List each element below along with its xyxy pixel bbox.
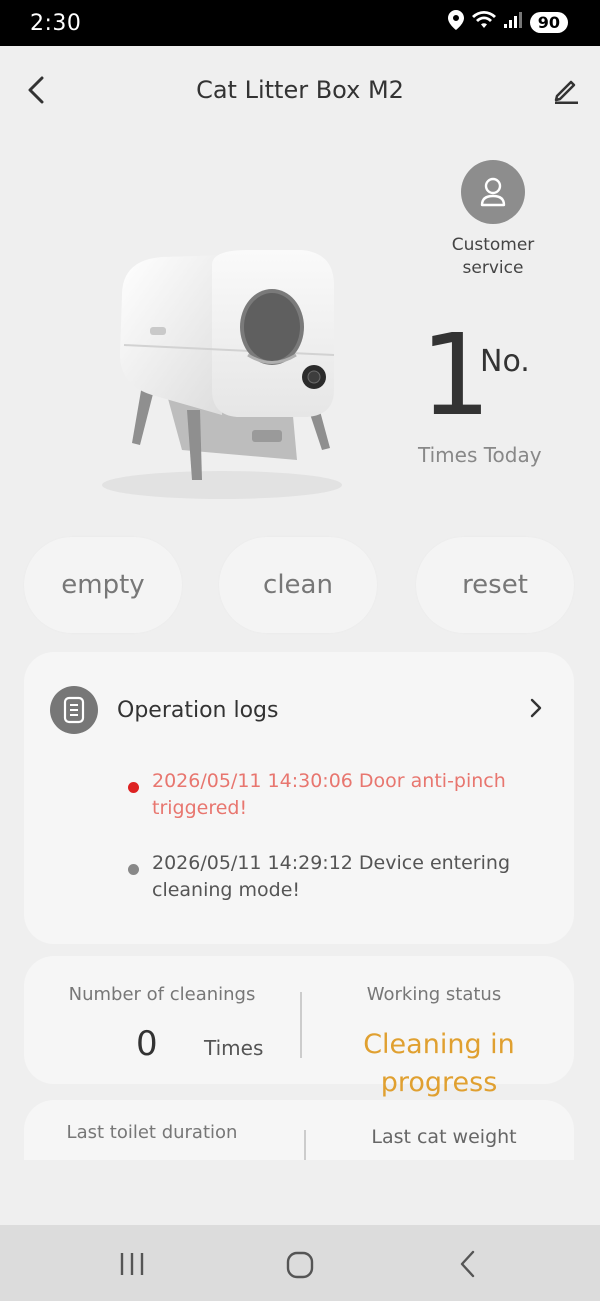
litter-box-image — [72, 245, 372, 505]
cleanings-value: 0 — [136, 1024, 158, 1064]
stats-divider — [304, 1130, 306, 1160]
status-time: 2:30 — [30, 11, 82, 36]
header: Cat Litter Box M2 — [0, 46, 600, 136]
times-today-label: Times Today — [418, 443, 542, 467]
chevron-right-icon[interactable] — [524, 694, 548, 722]
customer-service-label: Customer service — [451, 235, 535, 278]
reset-button[interactable]: reset — [416, 537, 574, 633]
system-back-icon[interactable] — [458, 1250, 478, 1282]
page-title: Cat Litter Box M2 — [196, 76, 404, 104]
wifi-icon — [471, 11, 496, 33]
system-nav-bar — [0, 1225, 600, 1301]
log-item-text: 2026/05/11 14:30:06 Door anti-pinch trig… — [152, 770, 506, 819]
edit-button[interactable] — [548, 72, 584, 108]
operation-logs-card[interactable]: Operation logs 2026/05/11 14:30:06 Door … — [24, 652, 574, 944]
log-item: 2026/05/11 14:30:06 Door anti-pinch trig… — [128, 768, 542, 822]
home-icon[interactable] — [285, 1250, 315, 1284]
recent-apps-icon[interactable] — [118, 1251, 148, 1281]
stats-card-secondary: Last toilet duration Last cat weight — [24, 1100, 574, 1160]
log-info-dot — [128, 864, 139, 875]
empty-button[interactable]: empty — [24, 537, 182, 633]
status-icons: 90 — [447, 10, 568, 34]
status-bar: 2:30 90 — [0, 0, 600, 46]
cleanings-label: Number of cleanings — [68, 984, 256, 1005]
stats-divider — [300, 992, 302, 1058]
user-icon — [480, 177, 506, 207]
battery-indicator: 90 — [529, 11, 568, 33]
log-item-text: 2026/05/11 14:29:12 Device entering clea… — [152, 852, 511, 901]
clean-button[interactable]: clean — [219, 537, 377, 633]
log-error-dot — [128, 782, 139, 793]
operation-logs-title: Operation logs — [117, 698, 279, 723]
stats-card: Number of cleanings 0 Times Working stat… — [24, 956, 574, 1098]
times-today-unit: No. — [480, 344, 530, 379]
customer-service-button[interactable]: Customer service — [440, 160, 546, 280]
cat-weight-label: Last cat weight — [371, 1126, 517, 1148]
customer-service-circle — [461, 160, 525, 224]
location-icon — [447, 10, 464, 34]
working-status-value: Cleaning in progress — [363, 1029, 515, 1098]
log-item: 2026/05/11 14:29:12 Device entering clea… — [128, 850, 542, 904]
working-status-label: Working status — [366, 984, 502, 1005]
toilet-duration-label: Last toilet duration — [66, 1122, 238, 1143]
signal-icon — [503, 12, 522, 32]
cleanings-unit: Times — [204, 1036, 264, 1060]
logs-icon-circle — [50, 686, 98, 734]
pencil-icon — [554, 80, 578, 104]
document-icon — [63, 696, 85, 724]
